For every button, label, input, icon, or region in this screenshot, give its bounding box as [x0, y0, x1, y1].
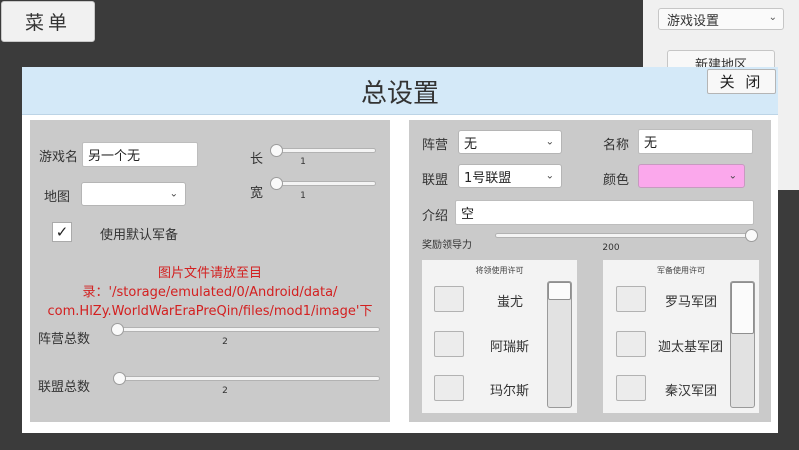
camp-label: 阵营	[422, 138, 449, 153]
name-input[interactable]: 无	[638, 129, 753, 154]
camp-total-value: 2	[222, 337, 228, 347]
general-list-scroll-thumb[interactable]	[548, 282, 571, 300]
chevron-down-icon: ⌄	[545, 170, 554, 182]
image-path-note-line2: com.HlZy.WorldWarEraPreQin/files/mod1/im…	[47, 304, 373, 319]
image-path-note: 图片文件请放至目录：'/storage/emulated/0/Android/d…	[35, 264, 385, 321]
general-item-label[interactable]: 阿瑞斯	[490, 336, 529, 355]
length-value: 1	[300, 157, 306, 167]
length-label: 长	[250, 152, 264, 167]
equipment-item-icon[interactable]	[616, 375, 646, 401]
map-select[interactable]: ⌄	[81, 182, 186, 206]
equipment-item-label[interactable]: 秦汉军团	[665, 380, 717, 399]
dialog-title: 总设置	[360, 78, 439, 109]
general-item-label[interactable]: 玛尔斯	[490, 380, 529, 399]
length-slider-handle[interactable]	[270, 144, 283, 157]
chevron-down-icon: ⌄	[768, 12, 777, 23]
intro-input[interactable]: 空	[455, 200, 754, 225]
reward-slider-track[interactable]	[495, 233, 753, 238]
general-item-icon[interactable]	[434, 331, 464, 357]
default-equipment-label: 使用默认军备	[100, 228, 179, 243]
alliance-select[interactable]: 1号联盟 ⌄	[458, 164, 562, 188]
camp-total-label: 阵营总数	[38, 332, 91, 347]
equipment-item-icon[interactable]	[616, 286, 646, 312]
intro-label: 介绍	[422, 209, 449, 224]
reward-label: 奖励领导力	[422, 240, 472, 251]
camp-total-slider-track[interactable]	[114, 327, 380, 332]
general-list-scrollbar[interactable]	[547, 281, 572, 408]
equipment-item-label[interactable]: 迦太基军团	[658, 336, 723, 355]
equipment-list-scroll-thumb[interactable]	[731, 282, 754, 334]
game-name-input[interactable]: 另一个无	[82, 142, 198, 167]
width-value: 1	[300, 191, 306, 201]
game-settings-label: 游戏设置	[667, 13, 720, 29]
reward-value: 200	[602, 243, 620, 253]
width-label: 宽	[250, 186, 264, 201]
name-label: 名称	[603, 138, 630, 153]
alliance-total-value: 2	[222, 386, 228, 396]
close-button[interactable]: 关 闭	[707, 69, 776, 94]
alliance-total-label: 联盟总数	[38, 380, 91, 395]
equipment-item-label[interactable]: 罗马军团	[665, 291, 717, 310]
equipment-permission-title: 军备使用许可	[657, 266, 705, 275]
width-slider-track[interactable]	[274, 181, 376, 186]
width-slider-handle[interactable]	[270, 177, 283, 190]
camp-select-value: 无	[464, 136, 478, 152]
color-select[interactable]: ⌄	[638, 164, 745, 188]
general-item-icon[interactable]	[434, 375, 464, 401]
image-path-note-line1: 图片文件请放至目录：'/storage/emulated/0/Android/d…	[82, 266, 338, 300]
default-equipment-checkbox[interactable]: ✓	[52, 222, 72, 242]
menu-button[interactable]: 菜单	[1, 1, 95, 42]
general-item-label[interactable]: 蚩尤	[497, 291, 523, 310]
reward-slider-handle[interactable]	[745, 229, 758, 242]
camp-select[interactable]: 无 ⌄	[458, 130, 562, 154]
equipment-item-icon[interactable]	[616, 331, 646, 357]
map-label: 地图	[44, 190, 71, 205]
alliance-total-slider-handle[interactable]	[113, 372, 126, 385]
camp-total-slider-handle[interactable]	[111, 323, 124, 336]
alliance-select-value: 1号联盟	[464, 170, 512, 186]
length-slider-track[interactable]	[274, 148, 376, 153]
game-name-label: 游戏名	[39, 150, 79, 165]
color-label: 颜色	[603, 173, 630, 188]
general-permission-title: 将领使用许可	[475, 266, 524, 275]
chevron-down-icon: ⌄	[545, 136, 554, 148]
chevron-down-icon: ⌄	[169, 188, 178, 200]
alliance-label: 联盟	[422, 173, 449, 188]
general-item-icon[interactable]	[434, 286, 464, 312]
chevron-down-icon: ⌄	[728, 170, 737, 182]
game-settings-select[interactable]: 游戏设置 ⌄	[658, 8, 784, 30]
alliance-total-slider-track[interactable]	[116, 376, 380, 381]
